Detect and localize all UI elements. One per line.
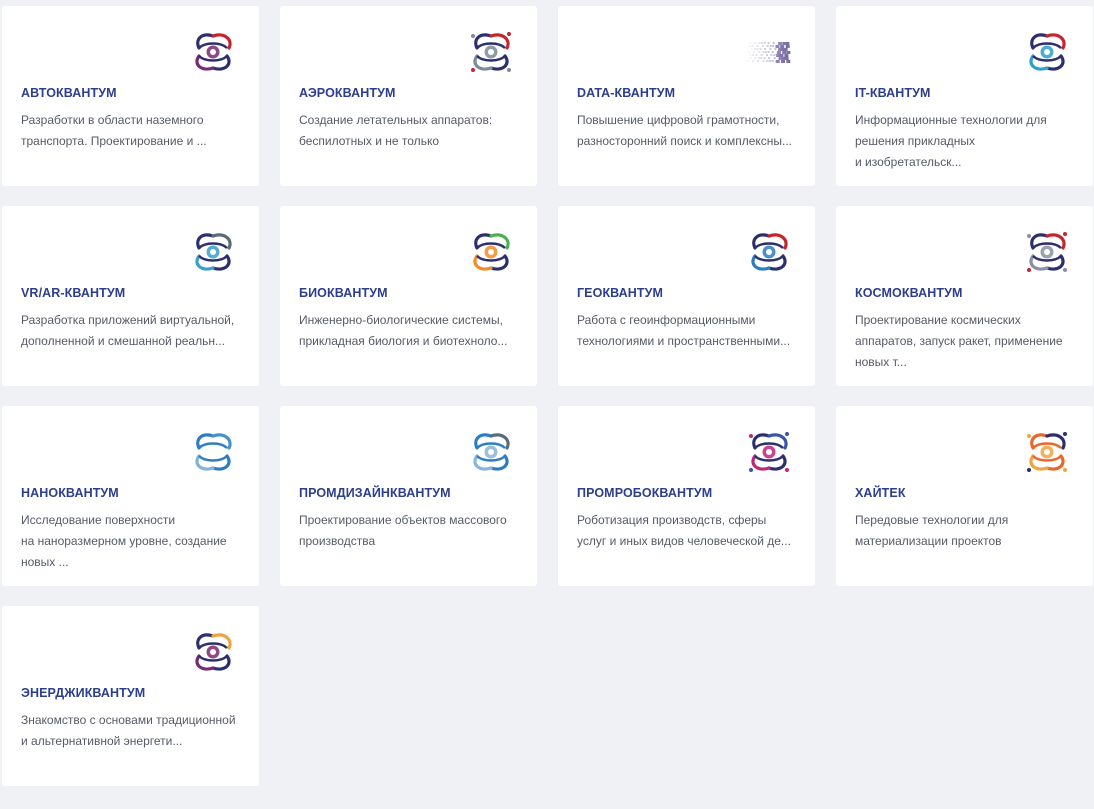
card-description: Работа с геоинформационными технологиями … xyxy=(577,310,801,352)
card-description-line: услуг и иных видов человеческой де... xyxy=(577,534,791,548)
card-description: Разработки в области наземного транспорта… xyxy=(21,110,245,152)
nano-quantum-icon xyxy=(191,430,235,474)
quantum-card-2[interactable]: АЭРОКВАНТУМ Создание летательных аппарат… xyxy=(280,6,537,186)
card-description-line: Разработка приложений виртуальной, xyxy=(21,313,235,327)
card-description-line: решения прикладных xyxy=(855,134,975,148)
quantum-card-8[interactable]: КОСМОКВАНТУМ Проектирование космических а… xyxy=(836,206,1093,386)
card-title[interactable]: IT-КВАНТУМ xyxy=(855,86,931,100)
card-description-line: новых т... xyxy=(855,355,907,369)
bio-quantum-icon xyxy=(469,230,513,274)
card-description-line: и альтернативной энергети... xyxy=(21,734,183,748)
design-quantum-icon xyxy=(469,430,513,474)
data-pixels-icon xyxy=(747,30,791,74)
card-description-line: Создание летательных аппаратов: xyxy=(299,113,493,127)
card-description-line: производства xyxy=(299,534,376,548)
quantum-card-7[interactable]: ГЕОКВАНТУМ Работа с геоинформационными те… xyxy=(558,206,815,386)
card-description-line: транспорта. Проектирование и ... xyxy=(21,134,207,148)
card-description-line: технологиями и пространственными... xyxy=(577,334,791,348)
card-description-line: Работа с геоинформационными xyxy=(577,313,756,327)
card-description-line: на наноразмерном уровне, создание xyxy=(21,534,227,548)
card-description-line: новых ... xyxy=(21,555,69,569)
card-title[interactable]: АВТОКВАНТУМ xyxy=(21,86,117,100)
drone-quantum-icon xyxy=(469,30,513,74)
hitech-quantum-icon xyxy=(1025,430,1069,474)
card-title[interactable]: КОСМОКВАНТУМ xyxy=(855,286,962,300)
car-wheel-quantum-icon xyxy=(191,30,235,74)
card-description-line: Информационные технологии для xyxy=(855,113,1047,127)
card-title[interactable]: ХАЙТЕК xyxy=(855,486,906,500)
robot-quantum-icon xyxy=(747,430,791,474)
card-description: Исследование поверхности на наноразмерном… xyxy=(21,510,245,573)
card-description-line: прикладная биология и биотехноло... xyxy=(299,334,508,348)
card-description: Разработка приложений виртуальной, дополн… xyxy=(21,310,245,352)
geo-quantum-icon xyxy=(747,230,791,274)
card-description-line: Роботизация производств, сферы xyxy=(577,513,767,527)
quantum-card-10[interactable]: ПРОМДИЗАЙНКВАНТУМ Проектирование объекто… xyxy=(280,406,537,586)
card-description-line: Передовые технологии для xyxy=(855,513,1009,527)
card-description: Информационные технологии для решения при… xyxy=(855,110,1079,173)
quantum-card-3[interactable]: DATA-КВАНТУМ Повышение цифровой грамотно… xyxy=(558,6,815,186)
card-description-line: Инженерно-биологические системы, xyxy=(299,313,503,327)
card-description-line: материализации проектов xyxy=(855,534,1002,548)
card-description-line: и изобретательск... xyxy=(855,155,962,169)
card-description-line: Повышение цифровой грамотности, xyxy=(577,113,780,127)
card-description-line: аппаратов, запуск ракет, применение xyxy=(855,334,1063,348)
vr-headset-quantum-icon xyxy=(191,230,235,274)
quantum-cards-grid: АВТОКВАНТУМ Разработки в области наземно… xyxy=(2,6,1093,786)
quantum-card-1[interactable]: АВТОКВАНТУМ Разработки в области наземно… xyxy=(2,6,259,186)
planet-quantum-icon xyxy=(1025,230,1069,274)
card-description-line: разносторонний поиск и комплексны... xyxy=(577,134,793,148)
quantum-card-9[interactable]: НАНОКВАНТУМ Исследование поверхности на н… xyxy=(2,406,259,586)
card-description-line: Проектирование космических xyxy=(855,313,1021,327)
card-description: Повышение цифровой грамотности, разностор… xyxy=(577,110,801,152)
card-description: Передовые технологии для материализации п… xyxy=(855,510,1079,552)
quantum-card-5[interactable]: VR/AR-КВАНТУМ Разработка приложений вирт… xyxy=(2,206,259,386)
quantum-card-12[interactable]: ХАЙТЕК Передовые технологии для материали… xyxy=(836,406,1093,586)
card-description: Создание летательных аппаратов: беспилотн… xyxy=(299,110,523,152)
card-description-line: Разработки в области наземного xyxy=(21,113,204,127)
quantum-card-4[interactable]: IT-КВАНТУМ Информационные технологии для… xyxy=(836,6,1093,186)
card-title[interactable]: АЭРОКВАНТУМ xyxy=(299,86,396,100)
quantum-card-6[interactable]: БИОКВАНТУМ Инженерно-биологические систе… xyxy=(280,206,537,386)
card-description: Инженерно-биологические системы, прикладн… xyxy=(299,310,523,352)
it-quantum-icon xyxy=(1025,30,1069,74)
card-description: Роботизация производств, сферы услуг и ин… xyxy=(577,510,801,552)
card-title[interactable]: НАНОКВАНТУМ xyxy=(21,486,119,500)
card-title[interactable]: VR/AR-КВАНТУМ xyxy=(21,286,125,300)
card-title[interactable]: БИОКВАНТУМ xyxy=(299,286,388,300)
card-title[interactable]: DATA-КВАНТУМ xyxy=(577,86,675,100)
quantum-card-11[interactable]: ПРОМРОБОКВАНТУМ Роботизация производств,… xyxy=(558,406,815,586)
card-description-line: Проектирование объектов массового xyxy=(299,513,507,527)
card-title[interactable]: ПРОМРОБОКВАНТУМ xyxy=(577,486,712,500)
card-description: Проектирование объектов массового произво… xyxy=(299,510,523,552)
card-description-line: Знакомство с основами традиционной xyxy=(21,713,236,727)
card-description-line: беспилотных и не только xyxy=(299,134,439,148)
card-title[interactable]: ПРОМДИЗАЙНКВАНТУМ xyxy=(299,486,451,500)
card-title[interactable]: ГЕОКВАНТУМ xyxy=(577,286,663,300)
card-description: Знакомство с основами традиционной и альт… xyxy=(21,710,245,752)
quantum-card-13[interactable]: ЭНЕРДЖИКВАНТУМ Знакомство с основами тра… xyxy=(2,606,259,786)
card-description-line: дополненной и смешанной реальн... xyxy=(21,334,225,348)
card-description-line: Исследование поверхности xyxy=(21,513,176,527)
card-description: Проектирование космических аппаратов, зап… xyxy=(855,310,1079,373)
energy-quantum-icon xyxy=(191,630,235,674)
card-title[interactable]: ЭНЕРДЖИКВАНТУМ xyxy=(21,686,145,700)
